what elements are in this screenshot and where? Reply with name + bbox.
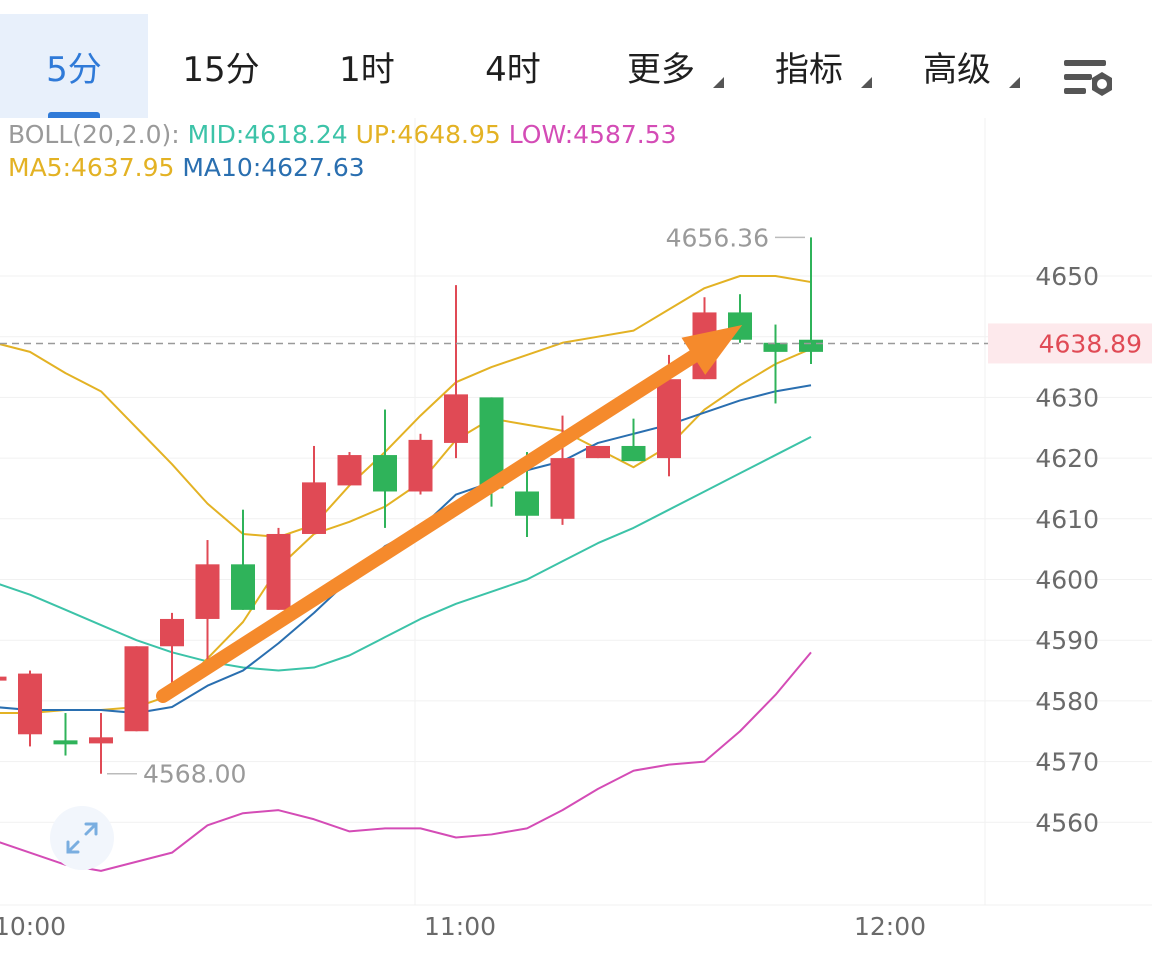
candlestick-chart: 4650 4630 4620 4610 4600 4590 4580 4570 4560 10:0…	[0, 118, 1152, 941]
series-line-mid	[0, 435, 812, 672]
expand-chart-button[interactable]	[50, 806, 114, 870]
candle-body	[621, 445, 646, 462]
y-tick-label: 4610	[1035, 505, 1099, 534]
x-tick-label: 11:00	[424, 912, 496, 941]
series-line-ma5	[0, 347, 812, 715]
candle-body	[89, 737, 113, 744]
expand-arrows-icon	[66, 822, 98, 854]
candle-body	[124, 646, 149, 732]
y-tick-label: 4620	[1035, 444, 1099, 473]
candle-body	[373, 455, 397, 492]
candle-body	[160, 618, 184, 647]
candle-body	[195, 564, 220, 619]
current-price-label: 4638.89	[1039, 329, 1142, 358]
candle-body	[515, 491, 539, 516]
candle-body	[302, 482, 326, 534]
y-tick-label: 4650	[1035, 262, 1099, 291]
y-tick-label: 4580	[1035, 687, 1099, 716]
candle-body	[53, 740, 78, 745]
series-line-up	[0, 275, 812, 539]
low-price-label: 4568.00	[143, 760, 246, 789]
y-tick-label: 4560	[1035, 808, 1099, 837]
y-tick-label: 4630	[1035, 383, 1099, 412]
candle-body	[586, 445, 610, 459]
x-tick-label: 10:00	[0, 912, 66, 941]
candle-body	[337, 455, 362, 486]
candle-body	[799, 339, 823, 352]
candle-body	[18, 673, 42, 735]
candle-body	[266, 533, 291, 610]
high-price-label: 4656.36	[666, 223, 769, 252]
candle-body	[550, 458, 575, 519]
y-tick-label: 4590	[1035, 626, 1099, 655]
candle-body	[657, 379, 681, 459]
x-tick-label: 12:00	[854, 912, 926, 941]
y-tick-label: 4570	[1035, 748, 1099, 777]
series-line-ma10	[0, 384, 812, 715]
candle-body	[444, 394, 468, 443]
candle-body	[231, 564, 255, 610]
candle-body	[408, 439, 433, 492]
y-tick-label: 4600	[1035, 566, 1099, 595]
candle-body	[0, 676, 7, 681]
